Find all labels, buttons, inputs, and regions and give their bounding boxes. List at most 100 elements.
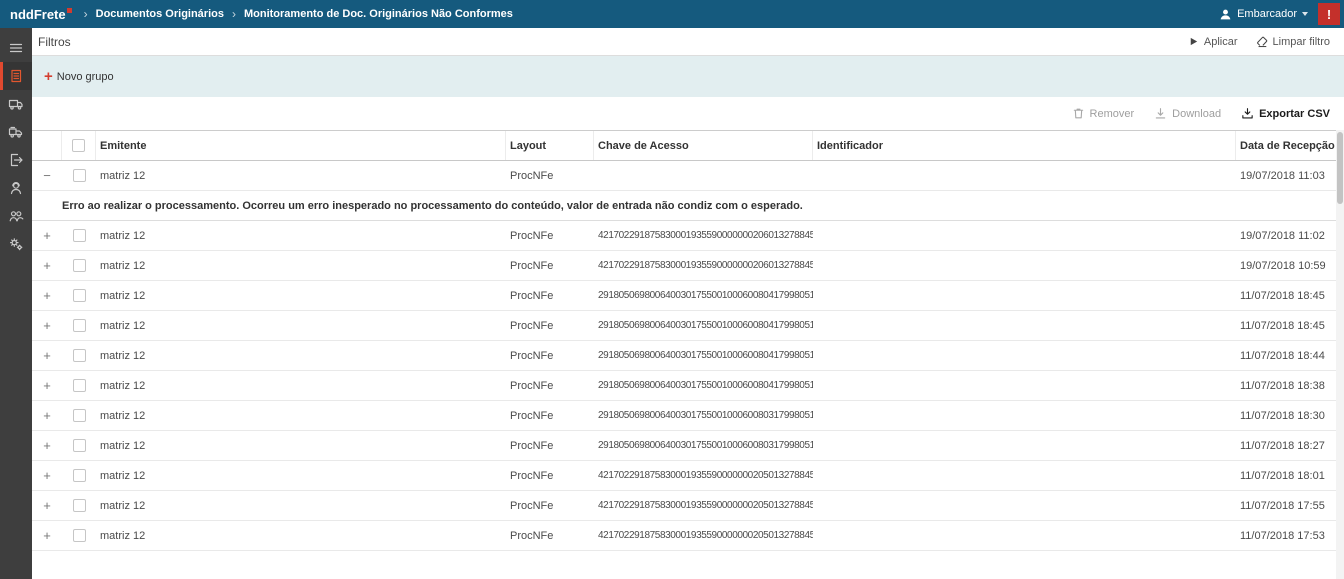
cell-identificador: [813, 371, 1236, 400]
remove-button[interactable]: Remover: [1072, 107, 1135, 120]
row-checkbox[interactable]: [73, 229, 86, 242]
export-documents-icon: [8, 152, 24, 168]
cell-identificador: [813, 221, 1236, 250]
expand-row-icon[interactable]: +: [43, 529, 51, 542]
cell-data-de-recepcao: 11/07/2018 17:53: [1236, 521, 1344, 550]
row-checkbox[interactable]: [73, 379, 86, 392]
cell-emitente: matriz 12: [96, 371, 506, 400]
cell-identificador: [813, 431, 1236, 460]
row-checkbox[interactable]: [73, 409, 86, 422]
cell-emitente: matriz 12: [96, 521, 506, 550]
cell-emitente: matriz 12: [96, 281, 506, 310]
row-checkbox[interactable]: [73, 289, 86, 302]
expand-row-icon[interactable]: +: [43, 409, 51, 422]
sidebar-item-atendimento[interactable]: [0, 174, 32, 202]
row-checkbox[interactable]: [73, 499, 86, 512]
row-checkbox[interactable]: [73, 469, 86, 482]
apply-filter-button[interactable]: Aplicar: [1188, 36, 1238, 48]
cell-data-de-recepcao: 11/07/2018 18:30: [1236, 401, 1344, 430]
cell-chave-de-acesso: 2918050698006400301755001000600804179980…: [594, 341, 813, 370]
cell-layout: ProcNFe: [506, 431, 594, 460]
app-logo[interactable]: nddFrete: [10, 7, 72, 22]
row-checkbox[interactable]: [73, 259, 86, 272]
expand-row-icon[interactable]: +: [43, 439, 51, 452]
chevron-right-icon: ›: [232, 7, 236, 21]
clear-filter-label: Limpar filtro: [1273, 36, 1330, 48]
select-all-checkbox[interactable]: [72, 139, 85, 152]
row-checkbox[interactable]: [73, 439, 86, 452]
clear-filter-button[interactable]: Limpar filtro: [1256, 36, 1330, 48]
cell-data-de-recepcao: 11/07/2018 18:45: [1236, 281, 1344, 310]
row-checkbox[interactable]: [73, 529, 86, 542]
header-chave-de-acesso[interactable]: Chave de Acesso: [594, 131, 813, 160]
sidebar-item-monitoramento[interactable]: [0, 62, 32, 90]
cell-data-de-recepcao: 11/07/2018 18:27: [1236, 431, 1344, 460]
expand-row-icon[interactable]: +: [43, 229, 51, 242]
plus-icon: +: [44, 69, 53, 84]
vertical-scrollbar[interactable]: [1336, 130, 1344, 579]
expand-row-icon[interactable]: +: [43, 469, 51, 482]
alert-button[interactable]: !: [1318, 3, 1340, 25]
row-checkbox[interactable]: [73, 319, 86, 332]
export-csv-label: Exportar CSV: [1259, 108, 1330, 120]
sidebar-item-usuarios[interactable]: [0, 202, 32, 230]
sidebar-item-transporte[interactable]: [0, 118, 32, 146]
header-layout[interactable]: Layout: [506, 131, 594, 160]
export-csv-button[interactable]: Exportar CSV: [1241, 107, 1330, 120]
new-group-label: Novo grupo: [57, 71, 114, 83]
new-group-button[interactable]: + Novo grupo: [44, 69, 114, 84]
filters-bar: Filtros Aplicar Limpar filtro: [32, 28, 1344, 56]
cell-emitente: matriz 12: [96, 491, 506, 520]
header-emitente[interactable]: Emitente: [96, 131, 506, 160]
table-row: +matriz 12ProcNFe29180506980064003017550…: [32, 311, 1344, 341]
cell-chave-de-acesso: 4217022918758300019355900000002060132788…: [594, 251, 813, 280]
table-row: −matriz 12ProcNFe19/07/2018 11:03: [32, 161, 1344, 191]
cell-emitente: matriz 12: [96, 341, 506, 370]
cell-data-de-recepcao: 11/07/2018 18:45: [1236, 311, 1344, 340]
cell-emitente: matriz 12: [96, 431, 506, 460]
expand-row-icon[interactable]: +: [43, 379, 51, 392]
filters-actions: Aplicar Limpar filtro: [1188, 36, 1330, 48]
header-identificador[interactable]: Identificador: [813, 131, 1236, 160]
content-shell: Filtros Aplicar Limpar filtro: [0, 28, 1344, 579]
cell-layout: ProcNFe: [506, 461, 594, 490]
table-row: +matriz 12ProcNFe42170229187583000193559…: [32, 461, 1344, 491]
sidebar-item-exportacao[interactable]: [0, 146, 32, 174]
cell-chave-de-acesso: 2918050698006400301755001000600803179980…: [594, 401, 813, 430]
expand-row-icon[interactable]: +: [43, 499, 51, 512]
cell-identificador: [813, 251, 1236, 280]
row-checkbox[interactable]: [73, 169, 86, 182]
remove-label: Remover: [1090, 108, 1135, 120]
sidebar-item-menu[interactable]: [0, 34, 32, 62]
expand-row-icon[interactable]: +: [43, 259, 51, 272]
user-menu[interactable]: Embarcador: [1219, 8, 1308, 21]
table-row: +matriz 12ProcNFe29180506980064003017550…: [32, 371, 1344, 401]
download-label: Download: [1172, 108, 1221, 120]
settings-gears-icon: [8, 236, 24, 252]
table-row: +matriz 12ProcNFe42170229187583000193559…: [32, 491, 1344, 521]
expand-row-icon[interactable]: +: [43, 349, 51, 362]
table-row: +matriz 12ProcNFe29180506980064003017550…: [32, 431, 1344, 461]
header-expand-column: [32, 131, 62, 160]
cell-chave-de-acesso: 4217022918758300019355900000002060132788…: [594, 221, 813, 250]
header-data-de-recepcao[interactable]: Data de Recepção ↓: [1236, 131, 1344, 160]
download-button[interactable]: Download: [1154, 107, 1221, 120]
sidebar-item-frete[interactable]: [0, 90, 32, 118]
cell-layout: ProcNFe: [506, 311, 594, 340]
scrollbar-thumb[interactable]: [1337, 132, 1343, 204]
breadcrumb-item-documentos-originarios[interactable]: Documentos Originários: [96, 8, 224, 20]
alert-icon: !: [1327, 7, 1331, 22]
expand-row-icon[interactable]: +: [43, 289, 51, 302]
cell-identificador: [813, 401, 1236, 430]
table-row: +matriz 12ProcNFe42170229187583000193559…: [32, 221, 1344, 251]
breadcrumb-item-monitoramento[interactable]: Monitoramento de Doc. Originários Não Co…: [244, 8, 513, 20]
collapse-row-icon[interactable]: −: [43, 169, 51, 182]
cell-data-de-recepcao: 11/07/2018 18:01: [1236, 461, 1344, 490]
cell-emitente: matriz 12: [96, 221, 506, 250]
row-checkbox[interactable]: [73, 349, 86, 362]
cell-layout: ProcNFe: [506, 371, 594, 400]
row-error-message: Erro ao realizar o processamento. Ocorre…: [32, 191, 1344, 221]
main-content: Filtros Aplicar Limpar filtro: [32, 28, 1344, 579]
expand-row-icon[interactable]: +: [43, 319, 51, 332]
sidebar-item-configuracoes[interactable]: [0, 230, 32, 258]
